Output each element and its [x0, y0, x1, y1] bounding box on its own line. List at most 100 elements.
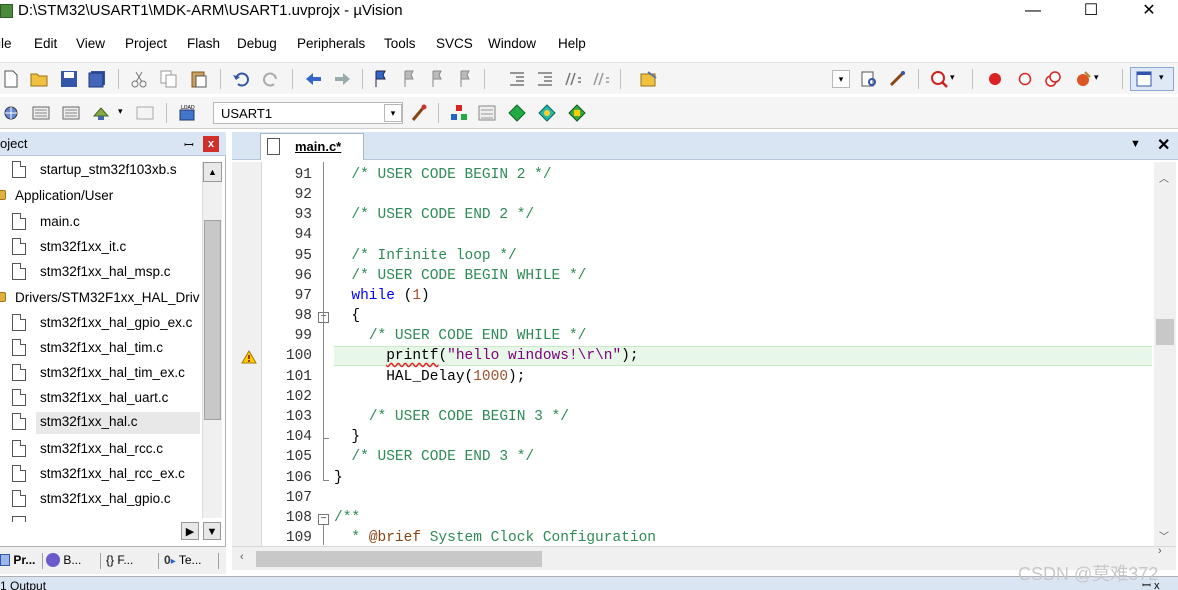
kill-breakpoints-icon[interactable]: [1074, 70, 1092, 88]
build-icon[interactable]: [32, 104, 50, 122]
tree-item-label: stm32f1xx_hal_rcc.c: [40, 441, 164, 456]
debug-dropdown-arrow[interactable]: ▾: [950, 72, 955, 83]
tree-item-label: Application/User: [15, 188, 114, 203]
manage-runtime-icon[interactable]: [568, 104, 586, 122]
editor-tab-bar: main.c* ▼ ✕: [232, 132, 1178, 160]
rebuild-icon[interactable]: [62, 104, 80, 122]
redo-icon[interactable]: [262, 70, 280, 88]
manage-project-items-icon[interactable]: [450, 104, 468, 122]
navigate-back-icon[interactable]: [304, 70, 322, 88]
file-icon: [12, 238, 26, 255]
translate-icon[interactable]: [2, 104, 20, 122]
scroll-up-arrow[interactable]: ▲: [203, 162, 222, 182]
scroll-up-arrow[interactable]: ︿: [1159, 170, 1169, 185]
menu-debug[interactable]: Debug: [237, 36, 277, 51]
editor-panel: main.c* ▼ ✕ 91 92 93 94 95 96 97 98 99 1…: [232, 132, 1178, 574]
new-file-icon[interactable]: [2, 70, 20, 88]
tree-file-item-selected[interactable]: stm32f1xx_hal.c: [12, 412, 200, 434]
code-area[interactable]: /* USER CODE BEGIN 2 */ /* USER CODE END…: [334, 162, 1154, 546]
select-packs-icon[interactable]: [508, 104, 526, 122]
file-icon: [12, 364, 26, 381]
scroll-down-arrow[interactable]: ﹀: [1159, 528, 1169, 543]
target-dropdown-arrow[interactable]: ▾: [384, 104, 402, 122]
pin-icon[interactable]: ꟷ: [184, 136, 194, 153]
fold-guide-outer: [323, 162, 324, 480]
save-icon[interactable]: [60, 70, 78, 88]
next-bookmark-icon[interactable]: [428, 70, 446, 88]
navigate-forward-icon[interactable]: [334, 70, 352, 88]
scroll-left-arrow[interactable]: ‹: [240, 551, 244, 563]
open-folder-icon[interactable]: [30, 70, 48, 88]
fold-collapse-toggle[interactable]: −: [318, 514, 329, 525]
find-dropdown[interactable]: ▾: [832, 70, 850, 88]
find-icon[interactable]: [860, 70, 878, 88]
line-number: 105: [285, 449, 312, 465]
bookmark-icon[interactable]: [372, 70, 390, 88]
menu-edit[interactable]: Edit: [34, 36, 57, 51]
stop-build-icon[interactable]: [136, 104, 154, 122]
batch-build-icon[interactable]: [92, 104, 110, 122]
editor-vertical-scrollbar[interactable]: ︿ ﹀: [1154, 162, 1176, 546]
window-layout-button[interactable]: ▾: [1130, 67, 1174, 91]
minimize-button[interactable]: —: [1010, 0, 1056, 24]
comment-icon[interactable]: [564, 70, 582, 88]
tab-templates[interactable]: 0▸ Te...: [164, 550, 202, 572]
tab-project[interactable]: Pr...: [0, 550, 35, 572]
output-panel-title: 1 Output: [0, 579, 47, 590]
close-tab-icon[interactable]: ✕: [1157, 135, 1170, 155]
code-line-104: }: [334, 429, 361, 445]
unindent-icon[interactable]: [536, 70, 554, 88]
debug-session-icon[interactable]: [930, 70, 948, 88]
document-icon: [267, 138, 280, 155]
code-line-91: /* USER CODE BEGIN 2 */: [351, 167, 552, 183]
menu-view[interactable]: View: [76, 36, 105, 51]
tab-list-dropdown[interactable]: ▼: [1130, 138, 1141, 150]
menu-flash[interactable]: Flash: [187, 36, 220, 51]
menu-window[interactable]: Window: [488, 36, 536, 51]
menu-tools[interactable]: Tools: [384, 36, 416, 51]
tab-books[interactable]: B...: [46, 550, 81, 572]
incremental-find-icon[interactable]: [888, 70, 906, 88]
scroll-thumb[interactable]: [256, 551, 542, 567]
menu-file[interactable]: ile: [0, 36, 12, 51]
close-button[interactable]: ✕: [1126, 0, 1172, 24]
tree-item-label: stm32f1xx_hal_gpio_ex.c: [40, 315, 193, 330]
copy-icon[interactable]: [160, 70, 178, 88]
target-options-icon[interactable]: [410, 104, 428, 122]
clear-bookmarks-icon[interactable]: [456, 70, 474, 88]
maximize-button[interactable]: ☐: [1068, 0, 1114, 24]
enable-breakpoint-icon[interactable]: [1016, 70, 1034, 88]
insert-breakpoint-icon[interactable]: [986, 70, 1004, 88]
menu-project[interactable]: Project: [125, 36, 167, 51]
menu-peripherals[interactable]: Peripherals: [297, 36, 365, 51]
target-select[interactable]: USART1: [213, 102, 403, 124]
cut-icon[interactable]: [130, 70, 148, 88]
find-in-files-icon[interactable]: [640, 70, 658, 88]
tab-templates-label: Te...: [178, 553, 202, 567]
title-bar: D:\STM32\USART1\MDK-ARM\USART1.uvprojx -…: [0, 0, 1178, 24]
breakpoint-dropdown-arrow[interactable]: ▾: [1094, 72, 1099, 83]
prev-bookmark-icon[interactable]: [400, 70, 418, 88]
scroll-down-arrow[interactable]: ▼: [203, 522, 221, 540]
save-all-icon[interactable]: [88, 70, 106, 88]
uncomment-icon[interactable]: [592, 70, 610, 88]
scroll-right-arrow[interactable]: ▶: [181, 522, 199, 540]
build-toolbar: ▾ LOAD USART1 ▾: [0, 97, 1178, 129]
pack-installer-icon[interactable]: [538, 104, 556, 122]
scroll-thumb[interactable]: [1156, 319, 1174, 345]
undo-icon[interactable]: [232, 70, 250, 88]
paste-icon[interactable]: [190, 70, 208, 88]
tab-functions[interactable]: {} F...: [106, 550, 133, 572]
scroll-thumb[interactable]: [204, 220, 221, 420]
download-icon[interactable]: LOAD: [178, 104, 196, 122]
menu-help[interactable]: Help: [558, 36, 586, 51]
tab-main-c[interactable]: main.c*: [260, 133, 364, 160]
project-vertical-scrollbar[interactable]: ▲: [202, 162, 222, 518]
scroll-right-arrow[interactable]: ›: [1158, 545, 1162, 557]
close-panel-icon[interactable]: x: [203, 136, 219, 152]
file-extensions-icon[interactable]: [478, 104, 496, 122]
build-dropdown-arrow[interactable]: ▾: [118, 106, 123, 117]
indent-icon[interactable]: [508, 70, 526, 88]
menu-svcs[interactable]: SVCS: [436, 36, 473, 51]
disable-breakpoints-icon[interactable]: [1044, 70, 1062, 88]
